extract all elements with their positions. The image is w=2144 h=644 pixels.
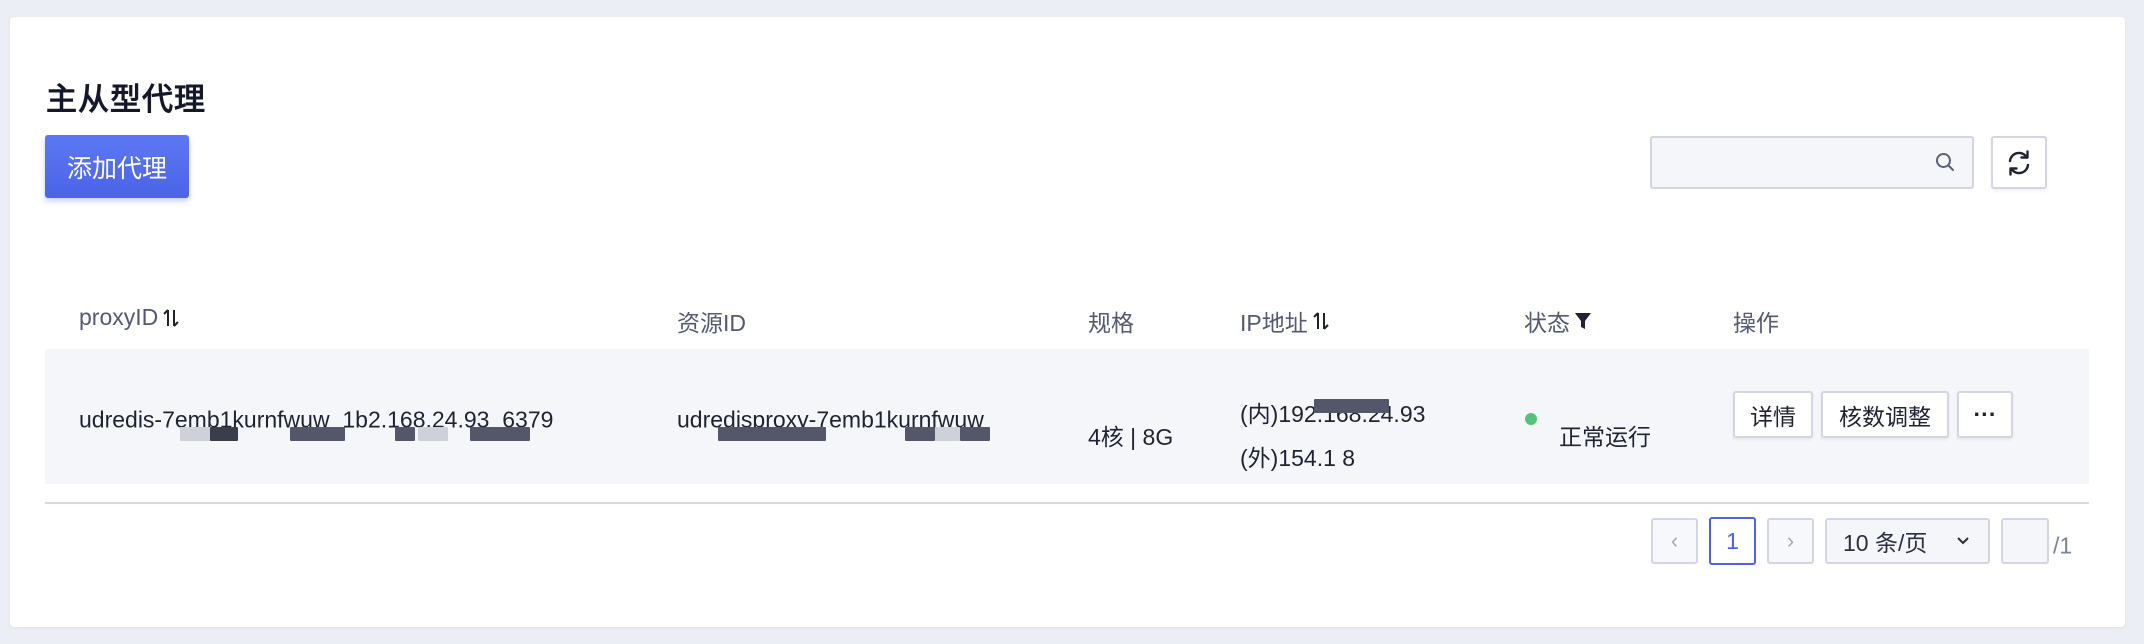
col-header-status-label: 状态 bbox=[1524, 310, 1570, 336]
page-size-label: 10 条/页 bbox=[1843, 530, 1928, 556]
col-header-resource-id: 资源ID bbox=[677, 310, 746, 336]
resize-cores-button[interactable]: 核数调整 bbox=[1821, 391, 1949, 438]
more-actions-button[interactable]: ··· bbox=[1957, 391, 2013, 438]
redaction-mask bbox=[210, 427, 238, 441]
redaction-mask bbox=[935, 427, 960, 441]
add-proxy-button[interactable]: 添加代理 bbox=[45, 135, 189, 198]
redaction-mask bbox=[395, 427, 415, 441]
redaction-mask bbox=[290, 427, 345, 441]
cell-spec: 4核 | 8G bbox=[1088, 424, 1174, 450]
redaction-mask bbox=[418, 427, 448, 441]
page-title: 主从型代理 bbox=[46, 82, 206, 117]
filter-icon[interactable] bbox=[1574, 311, 1592, 331]
page-number-current[interactable]: 1 bbox=[1709, 517, 1756, 565]
redaction-mask bbox=[470, 427, 530, 441]
col-header-actions: 操作 bbox=[1733, 310, 1779, 336]
sort-icon[interactable] bbox=[1312, 310, 1330, 332]
cell-status: 正常运行 bbox=[1559, 424, 1651, 450]
page-size-select[interactable]: 10 条/页 bbox=[1825, 518, 1990, 564]
redaction-mask bbox=[1314, 399, 1389, 413]
col-header-proxy-id[interactable]: proxyID bbox=[79, 304, 180, 331]
col-header-proxy-id-label: proxyID bbox=[79, 304, 159, 330]
detail-button[interactable]: 详情 bbox=[1733, 391, 1813, 438]
total-pages: /1 bbox=[2053, 532, 2073, 559]
status-indicator bbox=[1525, 413, 1537, 425]
col-header-spec: 规格 bbox=[1088, 310, 1134, 336]
col-header-ip-label: IP地址 bbox=[1240, 310, 1308, 336]
cell-ip-outer: (外)154.1 8 bbox=[1240, 445, 1356, 471]
redaction-mask bbox=[718, 427, 826, 441]
redaction-mask bbox=[960, 427, 990, 441]
chevron-down-icon bbox=[1957, 537, 1969, 545]
sort-icon[interactable] bbox=[162, 307, 180, 329]
redaction-mask bbox=[905, 427, 935, 441]
refresh-button[interactable] bbox=[1991, 136, 2047, 189]
refresh-icon bbox=[2008, 149, 2030, 176]
search-input[interactable] bbox=[1652, 138, 1950, 187]
next-page-button[interactable]: › bbox=[1767, 518, 1814, 564]
page-jump-input[interactable] bbox=[2001, 518, 2049, 564]
row-divider bbox=[45, 502, 2089, 504]
col-header-ip[interactable]: IP地址 bbox=[1240, 304, 1330, 338]
search-icon[interactable] bbox=[1934, 151, 1956, 173]
col-header-status[interactable]: 状态 bbox=[1524, 304, 1592, 338]
prev-page-button[interactable]: ‹ bbox=[1651, 518, 1698, 564]
search-box bbox=[1650, 136, 1974, 189]
